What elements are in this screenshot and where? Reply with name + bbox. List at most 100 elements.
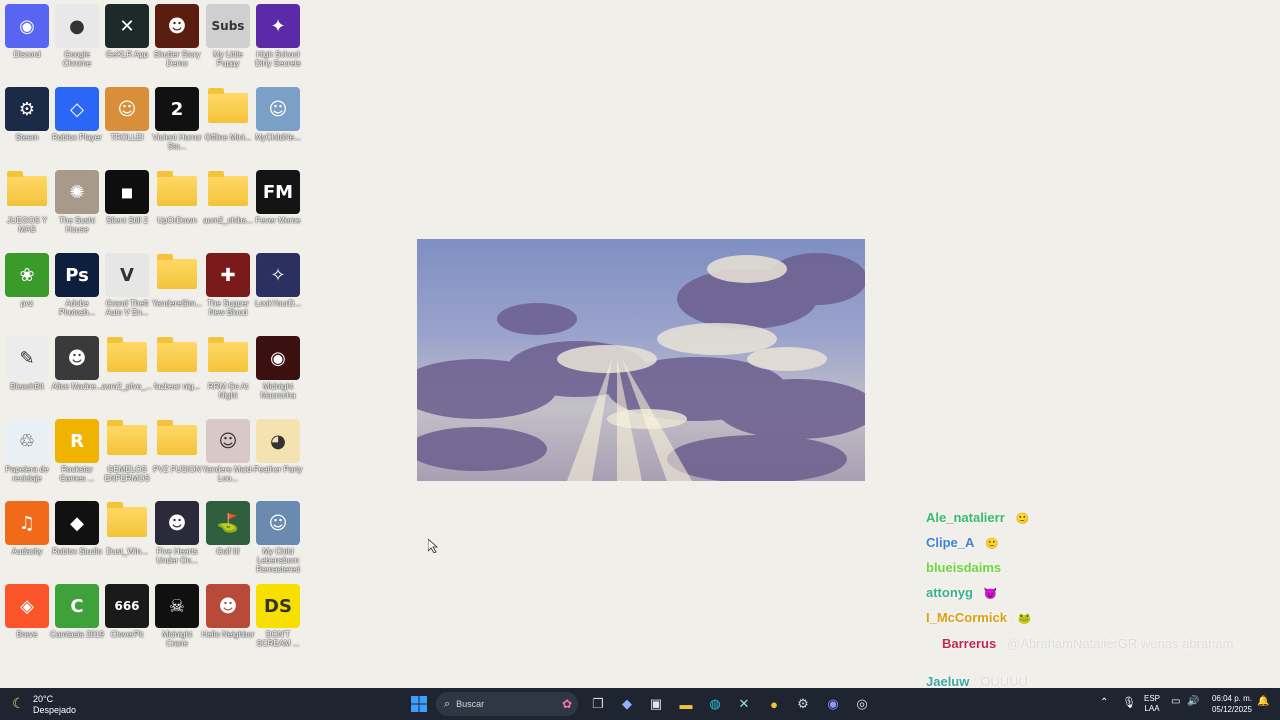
obs-taskbar-icon[interactable]: ◎: [852, 694, 872, 714]
desktop-icon-label: Offline Mini...: [204, 133, 252, 142]
desktop-icon[interactable]: ◉ Midnight Macrocha: [253, 336, 303, 400]
desktop-icon[interactable]: DS DON'T SCREAM ...: [253, 584, 303, 648]
desktop-icon[interactable]: JUEGOS Y MAS: [2, 170, 52, 234]
desktop-icon[interactable]: 666 CloverPit: [102, 584, 152, 639]
desktop-icon[interactable]: aom2_chibs...: [203, 170, 253, 225]
desktop-icon[interactable]: YandereSim...: [152, 253, 202, 308]
desktop-icon[interactable]: ☺ MyChildNe...: [253, 87, 303, 142]
desktop-icon[interactable]: ☻ Hello Neighbor: [202, 584, 254, 639]
desktop-icon-label: Alice Madne...: [51, 382, 103, 391]
microsoft-store-icon[interactable]: ▣: [646, 694, 666, 714]
alice-icon: ☻: [55, 336, 99, 380]
taskbar-search-box[interactable]: ⌕ Buscar ✿: [436, 692, 578, 716]
hello-neighbor-icon: ☻: [206, 584, 250, 628]
desktop-icon[interactable]: ⛳ Golf It!: [203, 501, 253, 556]
clock[interactable]: 06:04 p. m. 05/12/2025: [1208, 693, 1252, 715]
desktop-icon[interactable]: C Camtasia 2019: [50, 584, 104, 639]
weather-temp: 20°C: [33, 694, 54, 704]
desktop-icon[interactable]: FM Fever Meme: [253, 170, 303, 225]
desktop-icon[interactable]: ✕ GeXLR App: [102, 4, 152, 59]
desktop-icon[interactable]: ♲ Papelera de reciclaje: [2, 419, 52, 483]
desktop-icon[interactable]: ❀ pvz: [2, 253, 52, 308]
desktop-icon[interactable]: Dust_Win...: [102, 501, 152, 556]
folder-icon: [157, 171, 197, 206]
weather-widget[interactable]: 20°C Despejado: [33, 694, 76, 716]
chat-username: Ale_natalierr: [926, 510, 1005, 525]
copilot-icon[interactable]: ◆: [617, 694, 637, 714]
desktop-icon[interactable]: ☠ Midnight Crane: [152, 584, 202, 648]
feather-party-icon: ◕: [256, 419, 300, 463]
desktop-icon-label: Steam: [15, 133, 39, 142]
desktop-icon[interactable]: ☺ My Child Lebensborn Remastered: [253, 501, 303, 574]
desktop-icon[interactable]: ● Google Chrome: [52, 4, 102, 68]
desktop-icon[interactable]: ⚙ Steam: [2, 87, 52, 142]
search-placeholder: Buscar: [456, 699, 485, 709]
desktop-icon[interactable]: ✚ The Supper New Blood: [203, 253, 253, 317]
desktop-icon-label: Adobe Photosh...: [58, 299, 96, 317]
volume-icon[interactable]: 🔊: [1187, 696, 1199, 707]
chrome-taskbar-icon[interactable]: ●: [764, 694, 784, 714]
desktop-icon[interactable]: R Rockstar Games ...: [52, 419, 102, 483]
chat-separator: :: [972, 585, 984, 600]
discord-taskbar-icon[interactable]: ◉: [823, 694, 843, 714]
desktop-icon[interactable]: ✎ BleachBit: [2, 336, 52, 391]
moon-weather-icon[interactable]: ☾: [12, 695, 25, 712]
desktop-icon[interactable]: ◈ Brave: [2, 584, 52, 639]
chat-message: Clipe_A : 🙂: [926, 535, 999, 550]
notification-bell-icon[interactable]: 🔔: [1257, 696, 1269, 707]
chat-message: blueisdaims :: [926, 560, 1008, 575]
chat-separator: :: [1006, 610, 1018, 625]
desktop-icon[interactable]: ✧ LookYourD...: [253, 253, 303, 308]
desktop-icon[interactable]: V Grand Theft Auto V En...: [102, 253, 152, 317]
folder-icon: [208, 88, 248, 123]
show-hidden-icons-chevron-icon[interactable]: ⌃: [1100, 697, 1108, 708]
desktop-icon[interactable]: 2 Violent Horror Sto...: [152, 87, 202, 151]
desktop-icon-label: Silent Still 2: [106, 216, 148, 225]
desktop-icon[interactable]: ☺ Yandere Maid-Loo...: [202, 419, 254, 483]
desktop-icon[interactable]: ◉ Discord: [2, 4, 52, 59]
desktop-icon[interactable]: ✦ High School Dirty Secrets: [253, 4, 303, 68]
desktop-icon[interactable]: Offline Mini...: [203, 87, 253, 142]
language-indicator[interactable]: ESP LAA: [1144, 694, 1160, 714]
desktop-icon[interactable]: RRM Go At Night: [203, 336, 253, 400]
desktop-icon[interactable]: ☺ TROLLEI: [102, 87, 152, 142]
mouse-cursor-icon: [428, 539, 438, 553]
desktop-icon-label: Audacity: [11, 547, 43, 556]
desktop-icon[interactable]: GEMELOS ENFERMOS: [102, 419, 152, 483]
desktop-icon[interactable]: Subs My Little Puppy: [203, 4, 253, 68]
desktop-icon-label: Fever Meme: [255, 216, 301, 225]
the-supper-icon: ✚: [206, 253, 250, 297]
desktop-icon[interactable]: ☻ Alice Madne...: [52, 336, 102, 391]
desktop-icon[interactable]: aom2_pfve_...: [102, 336, 152, 391]
desktop-icon-label: DON'T SCREAM ...: [256, 630, 300, 648]
desktop-icon-label: Midnight Crane: [161, 630, 193, 648]
file-explorer-icon[interactable]: ▬: [676, 694, 696, 714]
desktop-icon[interactable]: ◾ Silent Still 2: [102, 170, 152, 225]
desktop-icon[interactable]: ♫ Audacity: [2, 501, 52, 556]
desktop-icon[interactable]: UpOrDown: [152, 170, 202, 225]
desktop-icon-label: Grand Theft Auto V En...: [105, 299, 149, 317]
gexlr-taskbar-icon[interactable]: ✕: [734, 694, 754, 714]
desktop-icon[interactable]: ◆ Roblox Studio: [52, 501, 102, 556]
desktop-icon[interactable]: ✺ The Sushi House: [52, 170, 102, 234]
desktop-icon[interactable]: ◕ Feather Party: [253, 419, 303, 474]
desktop-icon[interactable]: ☻ Shutter Story Demo: [152, 4, 202, 68]
desktop-icon[interactable]: ◇ Roblox Player: [52, 87, 102, 142]
network-icon[interactable]: ▭: [1171, 696, 1180, 707]
steam-taskbar-icon[interactable]: ⚙: [793, 694, 813, 714]
language-code: ESP: [1144, 694, 1161, 703]
desktop-icon[interactable]: Ps Adobe Photosh...: [52, 253, 102, 317]
desktop-icon[interactable]: PVZ FUSION: [152, 419, 202, 474]
start-button[interactable]: [409, 694, 429, 714]
desktop-icon-label: Discord: [13, 50, 41, 59]
chat-emote-icon: 🐸: [1017, 613, 1032, 625]
task-view-icon[interactable]: ❐: [588, 694, 608, 714]
folder-icon: [208, 171, 248, 206]
desktop-icon[interactable]: fazbear nig...: [152, 336, 202, 391]
desktop-icon[interactable]: ☻ Five Hearts Under On...: [152, 501, 202, 565]
fever-meme-icon: FM: [256, 170, 300, 214]
edge-icon[interactable]: ◍: [705, 694, 725, 714]
desktop-icon-label: Shutter Story Demo: [153, 50, 201, 68]
windows-logo-icon: [411, 696, 427, 712]
microphone-icon[interactable]: 🎙: [1122, 696, 1136, 709]
